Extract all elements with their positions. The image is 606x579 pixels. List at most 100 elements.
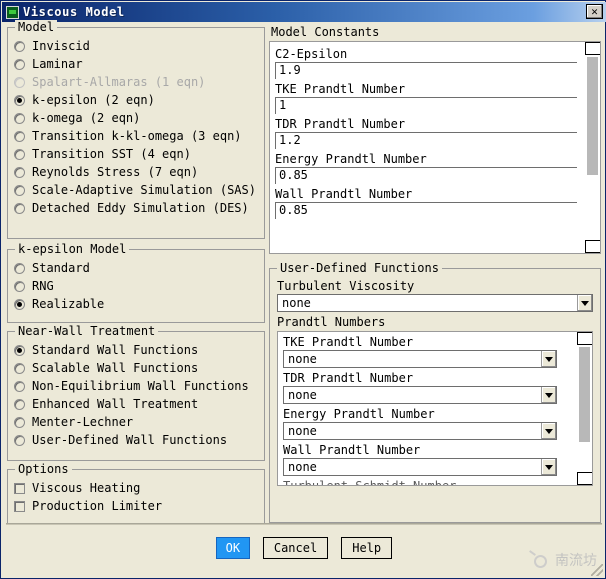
app-icon: [6, 6, 19, 19]
radio-circle-icon: [14, 59, 25, 70]
cancel-button[interactable]: Cancel: [263, 537, 328, 559]
radio-detached-eddy-simulation[interactable]: Detached Eddy Simulation (DES): [14, 199, 260, 217]
radio-inviscid[interactable]: Inviscid: [14, 37, 260, 55]
dropdown-value: none: [284, 352, 541, 366]
radio-rng[interactable]: RNG: [14, 277, 260, 295]
tke-prandtl-number-input[interactable]: 1: [275, 97, 577, 114]
radio-user-defined-wall-functions[interactable]: User-Defined Wall Functions: [14, 431, 260, 449]
wall-prandtl-number-dropdown[interactable]: none: [283, 458, 557, 476]
user-defined-functions-group: User-Defined Functions Turbulent Viscosi…: [269, 268, 601, 523]
radio-spalart-allmaras: Spalart-Allmaras (1 eqn): [14, 73, 260, 91]
radio-k-epsilon[interactable]: k-epsilon (2 eqn): [14, 91, 260, 109]
scroll-up-icon[interactable]: [577, 332, 593, 345]
radio-circle-icon: [14, 203, 25, 214]
radio-circle-icon: [14, 131, 25, 142]
tdr-prandtl-number-dropdown[interactable]: none: [283, 386, 557, 404]
turbulent-viscosity-dropdown[interactable]: none: [277, 294, 593, 312]
checkbox-viscous-heating[interactable]: Viscous Heating: [14, 479, 260, 497]
scrollbar-track[interactable]: [577, 345, 592, 472]
c2-epsilon-input[interactable]: 1.9: [275, 62, 577, 79]
checkbox-production-limiter[interactable]: Production Limiter: [14, 497, 260, 515]
model-constants-scrollbar[interactable]: [585, 42, 600, 253]
radio-realizable[interactable]: Realizable: [14, 295, 260, 313]
radio-laminar[interactable]: Laminar: [14, 55, 260, 73]
radio-label: Scalable Wall Functions: [32, 359, 198, 377]
watermark: 南流坊: [529, 550, 597, 570]
dropdown-value: none: [278, 296, 577, 310]
radio-label: Standard Wall Functions: [32, 341, 198, 359]
turbulent-viscosity-label: Turbulent Viscosity: [277, 278, 593, 294]
chevron-down-icon[interactable]: [541, 351, 556, 367]
checkbox-label: Production Limiter: [32, 497, 162, 515]
chevron-down-icon[interactable]: [541, 423, 556, 439]
radio-transition-k-kl-omega[interactable]: Transition k-kl-omega (3 eqn): [14, 127, 260, 145]
model-constants-listbox[interactable]: C2-Epsilon 1.9 TKE Prandtl Number 1 TDR …: [269, 41, 601, 254]
watermark-icon: [529, 551, 549, 569]
radio-k-omega[interactable]: k-omega (2 eqn): [14, 109, 260, 127]
scrollbar-track[interactable]: [585, 55, 600, 240]
field-label: TDR Prandtl Number: [283, 370, 573, 386]
field-label: TDR Prandtl Number: [275, 116, 577, 132]
radio-circle-icon: [14, 41, 25, 52]
tke-prandtl-number-dropdown[interactable]: none: [283, 350, 557, 368]
resize-grip[interactable]: [591, 564, 603, 576]
model-group: Model Inviscid Laminar Spalart-Allmaras …: [7, 27, 265, 239]
left-pane: Model Inviscid Laminar Spalart-Allmaras …: [7, 27, 265, 517]
prandtl-numbers-label: Prandtl Numbers: [277, 314, 593, 330]
radio-reynolds-stress[interactable]: Reynolds Stress (7 eqn): [14, 163, 260, 181]
radio-circle-icon: [14, 113, 25, 124]
radio-circle-icon: [14, 417, 25, 428]
energy-prandtl-number-input[interactable]: 0.85: [275, 167, 577, 184]
scroll-down-icon[interactable]: [585, 240, 601, 253]
radio-non-equilibrium-wall-functions[interactable]: Non-Equilibrium Wall Functions: [14, 377, 260, 395]
tdr-prandtl-number-input[interactable]: 1.2: [275, 132, 577, 149]
model-constants-title: Model Constants: [271, 25, 601, 39]
prandtl-numbers-scrollbar[interactable]: [577, 332, 592, 485]
radio-circle-icon: [14, 299, 25, 310]
radio-label: k-omega (2 eqn): [32, 109, 140, 127]
radio-label: k-epsilon (2 eqn): [32, 91, 155, 109]
radio-label: Inviscid: [32, 37, 90, 55]
radio-menter-lechner[interactable]: Menter-Lechner: [14, 413, 260, 431]
radio-scale-adaptive-simulation[interactable]: Scale-Adaptive Simulation (SAS): [14, 181, 260, 199]
options-group: Options Viscous Heating Production Limit…: [7, 469, 265, 525]
radio-label: Realizable: [32, 295, 104, 313]
scroll-up-icon[interactable]: [585, 42, 601, 55]
udf-group-legend: User-Defined Functions: [277, 261, 442, 275]
radio-circle-icon: [14, 345, 25, 356]
radio-label: Detached Eddy Simulation (DES): [32, 199, 249, 217]
field-label: TKE Prandtl Number: [283, 334, 573, 350]
near-wall-group-legend: Near-Wall Treatment: [15, 324, 158, 338]
close-icon[interactable]: ✕: [586, 4, 603, 19]
field-label: Energy Prandtl Number: [275, 151, 577, 167]
scrollbar-thumb[interactable]: [587, 57, 598, 175]
radio-scalable-wall-functions[interactable]: Scalable Wall Functions: [14, 359, 260, 377]
radio-label: Menter-Lechner: [32, 413, 133, 431]
options-group-legend: Options: [15, 462, 72, 476]
kepsilon-group-legend: k-epsilon Model: [15, 242, 129, 256]
scrollbar-thumb[interactable]: [579, 347, 590, 442]
energy-prandtl-number-dropdown[interactable]: none: [283, 422, 557, 440]
radio-circle-icon: [14, 381, 25, 392]
model-group-legend: Model: [15, 20, 57, 34]
help-button[interactable]: Help: [341, 537, 392, 559]
title-bar[interactable]: Viscous Model ✕: [2, 2, 606, 22]
prandtl-numbers-listbox[interactable]: TKE Prandtl Number none TDR Prandtl Numb…: [277, 331, 593, 486]
radio-label: Spalart-Allmaras (1 eqn): [32, 73, 205, 91]
field-label: Energy Prandtl Number: [283, 406, 573, 422]
checkbox-label: Viscous Heating: [32, 479, 140, 497]
radio-standard[interactable]: Standard: [14, 259, 260, 277]
chevron-down-icon[interactable]: [541, 387, 556, 403]
radio-circle-icon: [14, 185, 25, 196]
radio-transition-sst[interactable]: Transition SST (4 eqn): [14, 145, 260, 163]
scroll-down-icon[interactable]: [577, 472, 593, 485]
field-label: Wall Prandtl Number: [275, 186, 577, 202]
radio-standard-wall-functions[interactable]: Standard Wall Functions: [14, 341, 260, 359]
radio-circle-icon: [14, 363, 25, 374]
chevron-down-icon[interactable]: [541, 459, 556, 475]
ok-button[interactable]: OK: [216, 537, 250, 559]
radio-enhanced-wall-treatment[interactable]: Enhanced Wall Treatment: [14, 395, 260, 413]
radio-circle-icon: [14, 167, 25, 178]
wall-prandtl-number-input[interactable]: 0.85: [275, 202, 577, 219]
chevron-down-icon[interactable]: [577, 295, 592, 311]
